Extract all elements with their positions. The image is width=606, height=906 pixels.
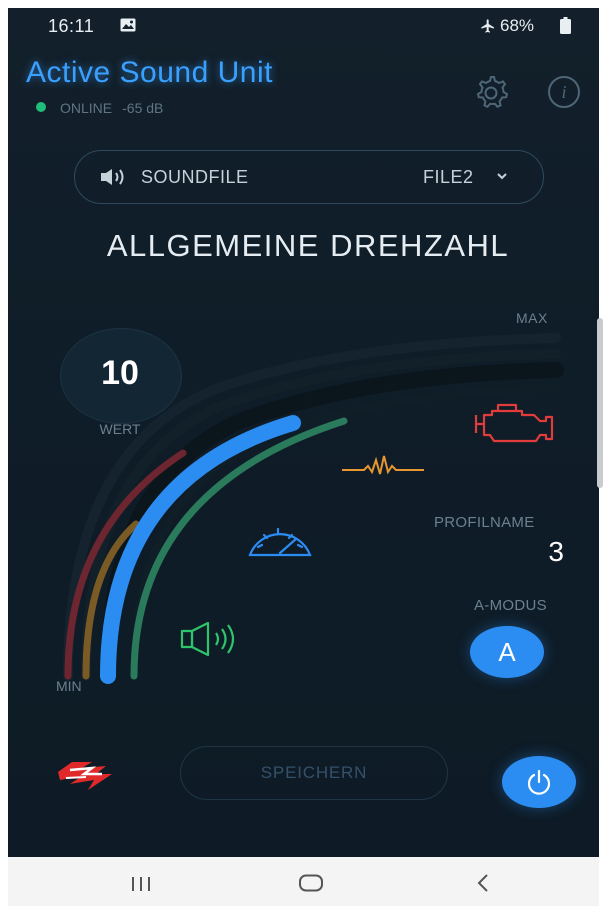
airplane-icon [481, 19, 494, 33]
app-title: Active Sound Unit [26, 56, 273, 89]
status-bar: 16:11 68% [8, 8, 599, 42]
battery-level: 68% [500, 16, 535, 35]
power-icon [527, 769, 551, 795]
gauge-min-label: MIN [56, 678, 82, 694]
chevron-down-icon [497, 173, 507, 180]
engine-icon[interactable] [474, 401, 556, 449]
value-number: 10 [101, 354, 139, 392]
brand-logo-icon [58, 762, 112, 790]
svg-text:i: i [561, 82, 566, 102]
scrollbar[interactable] [597, 318, 603, 488]
mode-label: A-MODUS [474, 597, 547, 614]
profile-value: 3 [548, 536, 564, 567]
app-screen: 16:11 68% Active Sound Unit ONLINE -65 dB… [8, 8, 599, 857]
system-nav-bar [8, 857, 599, 906]
mode-button[interactable]: A [470, 626, 544, 678]
power-button[interactable] [502, 756, 576, 808]
signal-strength: -65 dB [122, 100, 164, 116]
online-indicator [36, 102, 46, 112]
page-heading: ALLGEMEINE DREHZAHL [106, 228, 510, 263]
gauge-max-label: MAX [516, 310, 548, 326]
home-icon[interactable] [298, 874, 324, 892]
online-label: ONLINE [60, 100, 113, 116]
waveform-icon[interactable] [342, 452, 424, 478]
battery-icon [560, 17, 571, 34]
soundfile-label: SOUNDFILE [141, 167, 249, 187]
back-icon[interactable] [476, 873, 490, 893]
speedometer-icon[interactable] [244, 515, 316, 561]
value-label: WERT [99, 421, 141, 437]
speaker-sound-icon[interactable] [178, 619, 244, 659]
soundfile-value: FILE2 [423, 167, 474, 187]
gear-icon[interactable] [470, 72, 512, 114]
connection-status: ONLINE -65 dB [36, 100, 163, 116]
speaker-icon [101, 169, 124, 185]
status-time: 16:11 [48, 16, 95, 36]
soundfile-selector[interactable]: SOUNDFILE FILE2 [74, 150, 544, 204]
info-icon[interactable]: i [546, 74, 582, 110]
recents-icon[interactable] [130, 877, 152, 891]
gallery-icon [120, 18, 136, 32]
save-button[interactable]: SPEICHERN [180, 746, 448, 800]
profile-label: PROFILNAME [434, 514, 535, 531]
